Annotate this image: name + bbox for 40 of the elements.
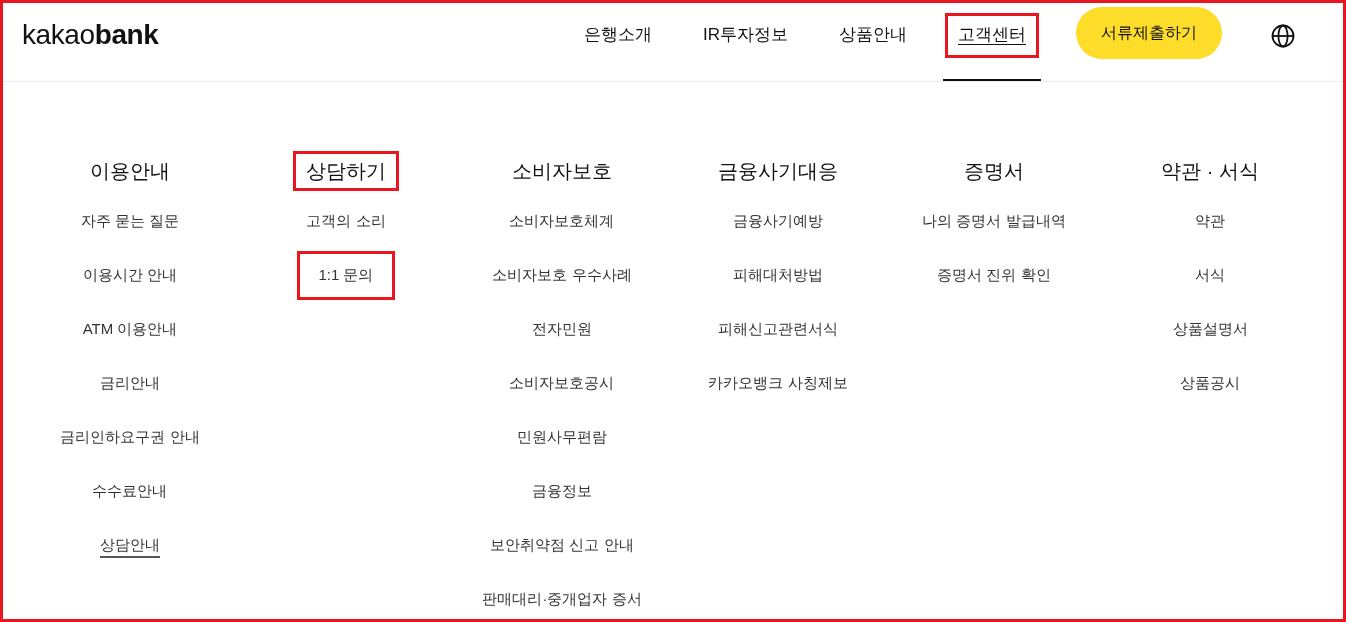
menu-link[interactable]: 고객의 소리 <box>306 210 386 234</box>
menu-link[interactable]: 금융사기예방 <box>733 210 823 234</box>
menu-link[interactable]: 나의 증명서 발급내역 <box>922 210 1066 234</box>
menu-link[interactable]: 금리인하요구권 안내 <box>60 426 200 450</box>
menu-link[interactable]: 1:1 문의 <box>318 264 374 288</box>
menu-link[interactable]: 증명서 진위 확인 <box>937 264 1051 288</box>
menu-heading: 상담하기 <box>306 159 386 184</box>
menu-link[interactable]: 피해대처방법 <box>733 264 823 288</box>
logo[interactable]: kakaobank <box>22 18 159 51</box>
menu-heading: 이용안내 <box>90 159 170 184</box>
nav-tab[interactable]: 고객센터 <box>943 3 1041 81</box>
menu-link[interactable]: 상품설명서 <box>1172 318 1248 342</box>
nav-tab[interactable]: 은행소개 <box>569 3 667 81</box>
menu-heading: 소비자보호 <box>512 159 612 184</box>
menu-link[interactable]: 판매대리·중개업자 증서 <box>482 588 642 612</box>
menu-link[interactable]: 소비자보호공시 <box>509 372 615 396</box>
menu-link[interactable]: 금리안내 <box>100 372 160 396</box>
menu-link[interactable]: 소비자보호 우수사례 <box>492 264 632 288</box>
menu-link[interactable]: 전자민원 <box>532 318 592 342</box>
menu-link[interactable]: 서식 <box>1195 264 1225 288</box>
menu-link[interactable]: 상품공시 <box>1180 372 1240 396</box>
menu-link[interactable]: 피해신고관련서식 <box>718 318 838 342</box>
menu-heading: 증명서 <box>964 159 1024 184</box>
menu-link[interactable]: 상담안내 <box>100 534 160 558</box>
menu-link[interactable]: 수수료안내 <box>92 480 168 504</box>
menu-link[interactable]: 자주 묻는 질문 <box>80 210 180 234</box>
menu-link[interactable]: 민원사무편람 <box>517 426 607 450</box>
menu-link[interactable]: 이용시간 안내 <box>82 264 178 288</box>
menu-link[interactable]: 카카오뱅크 사칭제보 <box>708 372 848 396</box>
globe-icon[interactable] <box>1271 24 1295 48</box>
menu-link[interactable]: 금융정보 <box>532 480 592 504</box>
menu-link[interactable]: 소비자보호체계 <box>509 210 615 234</box>
menu-link[interactable]: ATM 이용안내 <box>82 318 178 342</box>
menu-link[interactable]: 보안취약점 신고 안내 <box>490 534 634 558</box>
menu-heading: 금융사기대응 <box>718 159 838 184</box>
nav-tab[interactable]: IR투자정보 <box>688 3 803 81</box>
menu-link[interactable]: 약관 <box>1195 210 1225 234</box>
menu-heading: 약관 · 서식 <box>1161 159 1259 184</box>
nav-tab[interactable]: 상품안내 <box>824 3 922 81</box>
submit-documents-button[interactable]: 서류제출하기 <box>1076 7 1222 59</box>
